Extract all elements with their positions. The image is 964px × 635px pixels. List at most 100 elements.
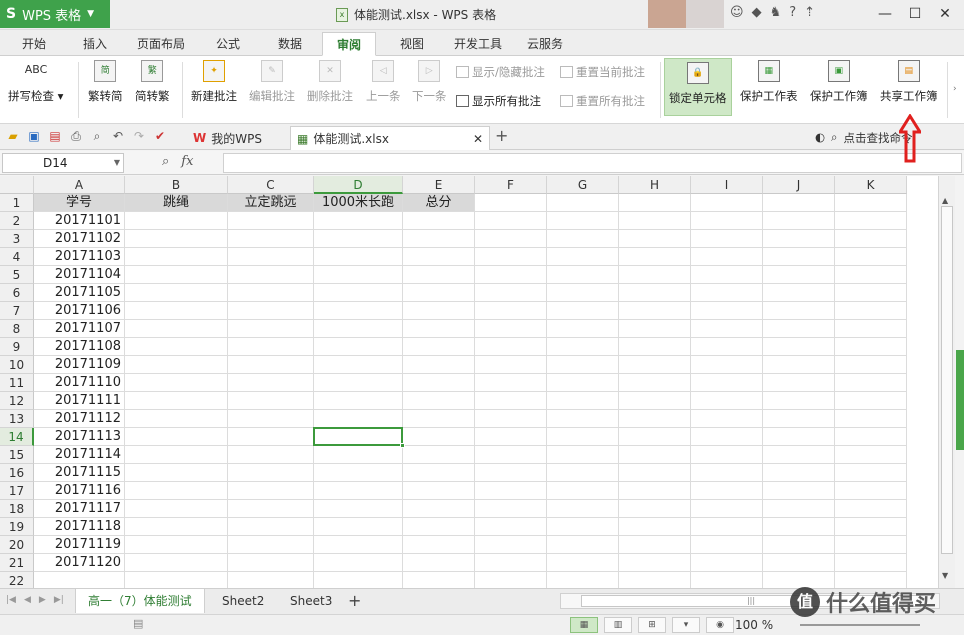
scroll-up-icon[interactable]: ▲ — [942, 196, 948, 205]
cell-G2[interactable] — [547, 212, 619, 230]
sheet-tab-2[interactable]: Sheet2 — [210, 589, 276, 613]
side-panel-toggle[interactable] — [956, 350, 964, 450]
sheet-tab-3[interactable]: Sheet3 — [278, 589, 344, 613]
close-tab-icon[interactable]: ✕ — [473, 132, 483, 146]
reading-mode-icon[interactable]: ▾ — [672, 617, 700, 633]
row-header[interactable]: 9 — [0, 338, 34, 356]
row-header[interactable]: 12 — [0, 392, 34, 410]
cell-A15[interactable]: 20171114 — [34, 446, 125, 464]
row-header[interactable]: 18 — [0, 500, 34, 518]
cell-K14[interactable] — [835, 428, 907, 446]
previous-comment-button[interactable]: ◁ 上一条 — [366, 60, 401, 104]
zoom-search-icon[interactable]: ⌕ — [162, 154, 169, 169]
cell-B2[interactable] — [125, 212, 228, 230]
cell-J8[interactable] — [763, 320, 835, 338]
next-sheet-icon[interactable]: ▶ — [39, 595, 46, 605]
row-header[interactable]: 22 — [0, 572, 34, 588]
tab-review[interactable]: 审阅 — [322, 32, 377, 56]
column-header[interactable]: D — [314, 176, 403, 194]
row-header[interactable]: 2 — [0, 212, 34, 230]
cell-D2[interactable] — [314, 212, 403, 230]
cell-C4[interactable] — [228, 248, 314, 266]
cell-H11[interactable] — [619, 374, 691, 392]
cell-K6[interactable] — [835, 284, 907, 302]
cell-F18[interactable] — [475, 500, 547, 518]
cell-H4[interactable] — [619, 248, 691, 266]
cell-F15[interactable] — [475, 446, 547, 464]
traditional-to-simplified-button[interactable]: 简 繁转简 — [88, 60, 123, 104]
cell-J12[interactable] — [763, 392, 835, 410]
cell-H1[interactable] — [619, 194, 691, 212]
cell-E14[interactable] — [403, 428, 475, 446]
row-header[interactable]: 6 — [0, 284, 34, 302]
cell-E9[interactable] — [403, 338, 475, 356]
cell-E10[interactable] — [403, 356, 475, 374]
cell-B3[interactable] — [125, 230, 228, 248]
column-header[interactable]: K — [835, 176, 907, 194]
cell-G15[interactable] — [547, 446, 619, 464]
new-tab-icon[interactable]: + — [495, 126, 508, 145]
column-header[interactable]: F — [475, 176, 547, 194]
feedback-icon[interactable]: ◆ — [752, 5, 762, 20]
cell-K18[interactable] — [835, 500, 907, 518]
cell-I7[interactable] — [691, 302, 763, 320]
tab-insert[interactable]: 插入 — [83, 35, 107, 52]
cell-G4[interactable] — [547, 248, 619, 266]
tab-my-wps[interactable]: W 我的WPS — [187, 126, 268, 150]
cell-H16[interactable] — [619, 464, 691, 482]
cell-I13[interactable] — [691, 410, 763, 428]
cell-I18[interactable] — [691, 500, 763, 518]
cell-A5[interactable]: 20171104 — [34, 266, 125, 284]
cell-F21[interactable] — [475, 554, 547, 572]
cell-G16[interactable] — [547, 464, 619, 482]
cell-G3[interactable] — [547, 230, 619, 248]
cell-B6[interactable] — [125, 284, 228, 302]
cell-K19[interactable] — [835, 518, 907, 536]
cell-F22[interactable] — [475, 572, 547, 588]
zoom-level[interactable]: 100 % — [735, 618, 773, 632]
cell-E2[interactable] — [403, 212, 475, 230]
cell-H21[interactable] — [619, 554, 691, 572]
cell-C5[interactable] — [228, 266, 314, 284]
cell-C3[interactable] — [228, 230, 314, 248]
cell-G8[interactable] — [547, 320, 619, 338]
edit-comment-button[interactable]: ✎ 编辑批注 — [249, 60, 295, 104]
cell-A3[interactable]: 20171102 — [34, 230, 125, 248]
cell-A14[interactable]: 20171113 — [34, 428, 125, 446]
cell-J7[interactable] — [763, 302, 835, 320]
cell-D18[interactable] — [314, 500, 403, 518]
cell-B16[interactable] — [125, 464, 228, 482]
cell-F9[interactable] — [475, 338, 547, 356]
scrollbar-thumb[interactable] — [941, 206, 953, 554]
row-header[interactable]: 16 — [0, 464, 34, 482]
cell-B14[interactable] — [125, 428, 228, 446]
column-header[interactable]: C — [228, 176, 314, 194]
cell-H17[interactable] — [619, 482, 691, 500]
cell-K21[interactable] — [835, 554, 907, 572]
cell-B5[interactable] — [125, 266, 228, 284]
row-header[interactable]: 17 — [0, 482, 34, 500]
row-header[interactable]: 7 — [0, 302, 34, 320]
spellcheck-button[interactable]: ABC 拼写检查 ▾ — [8, 60, 63, 104]
cell-C13[interactable] — [228, 410, 314, 428]
column-header[interactable]: B — [125, 176, 228, 194]
cell-K8[interactable] — [835, 320, 907, 338]
cell-F7[interactable] — [475, 302, 547, 320]
cell-A10[interactable]: 20171109 — [34, 356, 125, 374]
row-header[interactable]: 4 — [0, 248, 34, 266]
page-layout-view-icon[interactable]: ▥ — [604, 617, 632, 633]
cell-I5[interactable] — [691, 266, 763, 284]
cell-I17[interactable] — [691, 482, 763, 500]
reset-all-comments-button[interactable]: 重置所有批注 — [560, 93, 645, 109]
print-icon[interactable]: ⎙ — [69, 129, 83, 143]
simplified-to-traditional-button[interactable]: 繁 简转繁 — [135, 60, 170, 104]
cell-A13[interactable]: 20171112 — [34, 410, 125, 428]
tab-view[interactable]: 视图 — [400, 35, 424, 52]
cell-B15[interactable] — [125, 446, 228, 464]
cell-G7[interactable] — [547, 302, 619, 320]
cell-K17[interactable] — [835, 482, 907, 500]
cell-I12[interactable] — [691, 392, 763, 410]
cell-G17[interactable] — [547, 482, 619, 500]
cell-D12[interactable] — [314, 392, 403, 410]
cell-C10[interactable] — [228, 356, 314, 374]
